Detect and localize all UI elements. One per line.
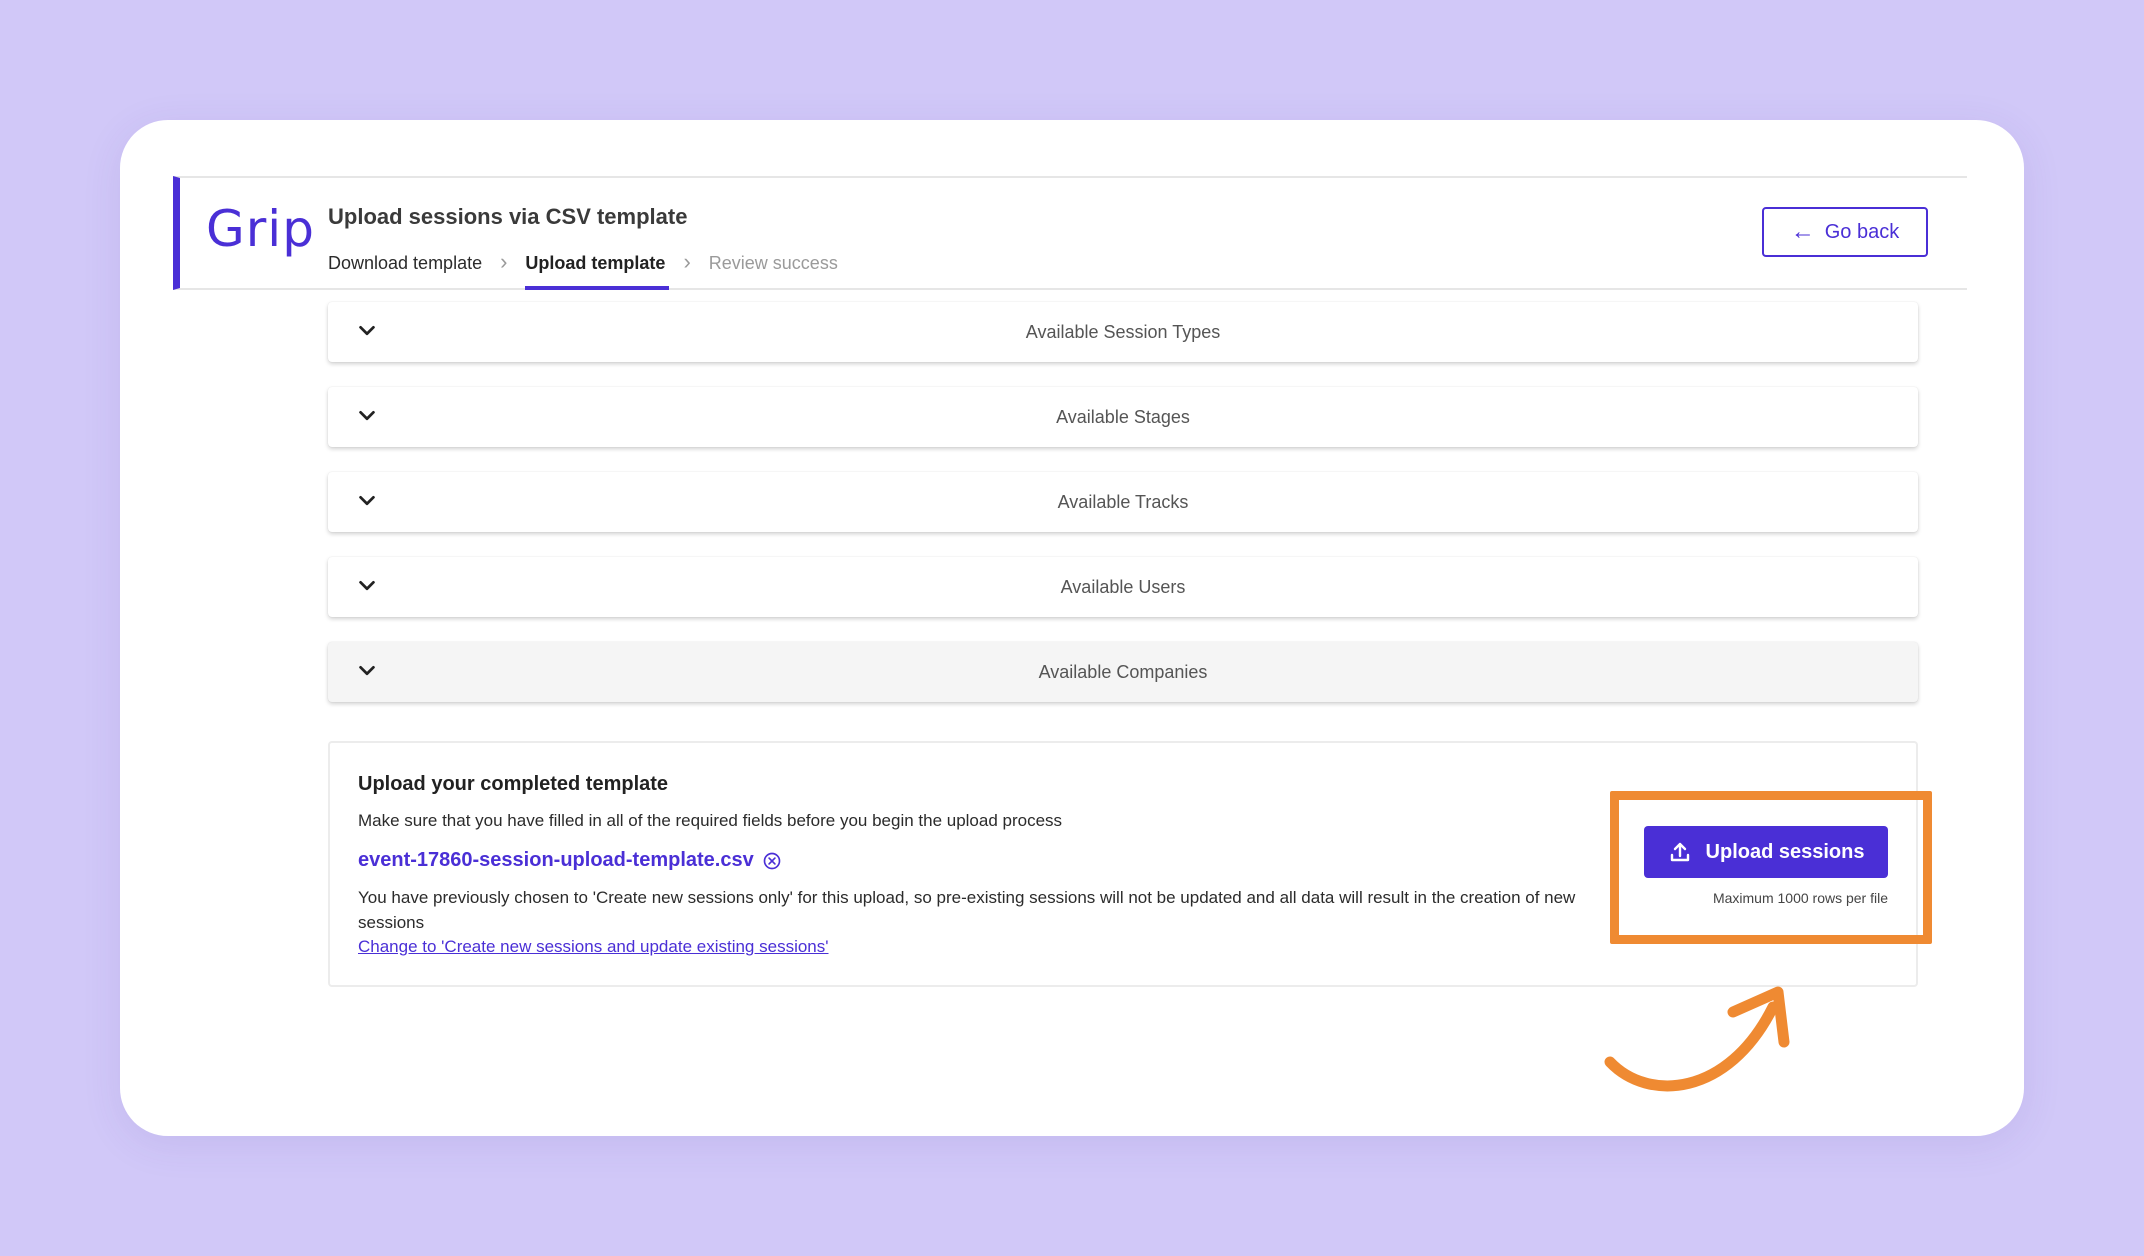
chevron-down-icon [359,410,375,421]
accordion-companies[interactable]: Available Companies [328,642,1918,702]
upload-mode-notice: You have previously chosen to 'Create ne… [358,888,1576,932]
accordion-label: Available Companies [1038,661,1208,682]
chevron-right-icon: › [683,249,691,274]
arrow-left-icon: ← [1790,218,1815,245]
breadcrumb-download-template[interactable]: Download template [328,248,482,288]
max-rows-hint: Maximum 1000 rows per file [1712,890,1888,906]
accordion-label: Available Stages [1056,406,1190,427]
breadcrumb-upload-template[interactable]: Upload template [525,248,670,290]
breadcrumb: Download template › Upload template › Re… [328,248,838,290]
accordion-label: Available Session Types [1025,321,1221,342]
grip-logo[interactable]: Grip [206,200,315,258]
accordion-stages[interactable]: Available Stages [328,387,1918,447]
go-back-button[interactable]: ← Go back [1762,207,1928,257]
accordion-session-types[interactable]: Available Session Types [328,302,1918,362]
chevron-down-icon [359,580,375,591]
accordion-label: Available Tracks [1057,491,1189,512]
chevron-down-icon [359,665,375,676]
upload-description: Make sure that you have filled in all of… [358,811,1063,830]
chevron-right-icon: › [500,249,508,274]
go-back-label: Go back [1824,220,1900,243]
upload-sessions-label: Upload sessions [1705,840,1865,863]
upload-title: Upload your completed template [358,773,669,795]
upload-sessions-button[interactable]: Upload sessions [1644,826,1888,878]
curved-arrow-icon [1604,986,1790,1092]
change-upload-mode-link[interactable]: Change to 'Create new sessions and updat… [358,937,829,957]
file-name: event-17860-session-upload-template.csv [358,849,754,871]
main-card: Grip Upload sessions via CSV template Do… [120,120,2024,1136]
accordion-label: Available Users [1060,576,1186,597]
chevron-down-icon [359,495,375,506]
close-circle-icon[interactable] [762,851,782,871]
app-header: Grip Upload sessions via CSV template Do… [173,176,1967,290]
breadcrumb-review-success: Review success [708,253,838,273]
upload-icon [1670,842,1689,862]
page-title: Upload sessions via CSV template [328,204,688,229]
accordion-users[interactable]: Available Users [328,557,1918,617]
selected-file: event-17860-session-upload-template.csv [358,849,782,872]
accordion-tracks[interactable]: Available Tracks [328,472,1918,532]
chevron-down-icon [359,325,375,336]
